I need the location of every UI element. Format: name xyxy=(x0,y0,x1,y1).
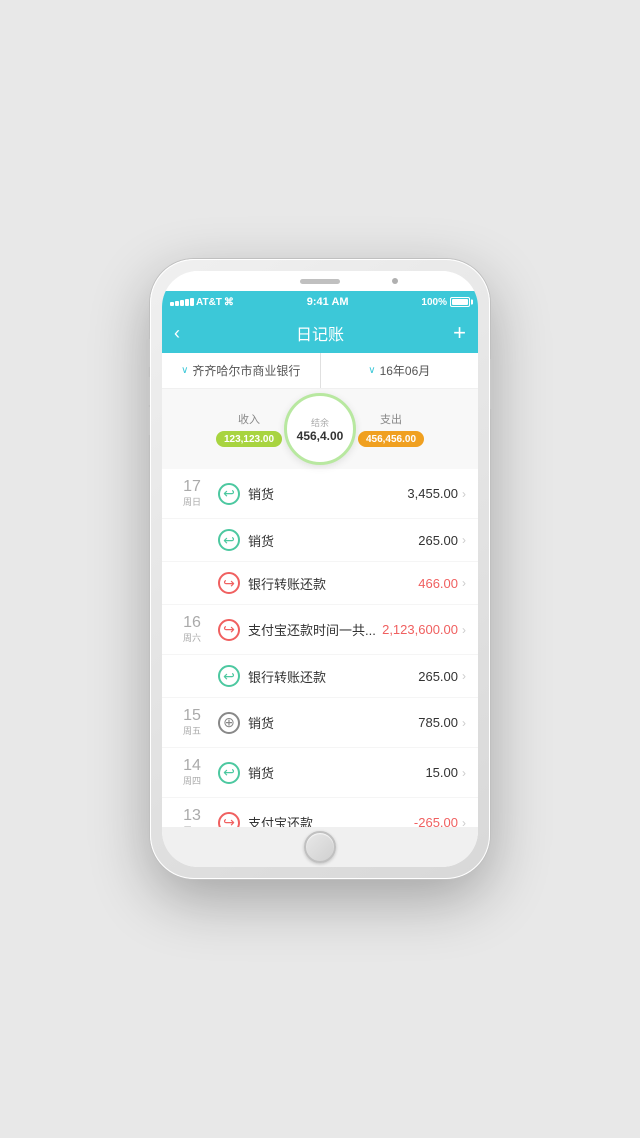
phone-frame: AT&T ⌘ 9:41 AM 100% ‹ 日记账 + ∨ 齐 xyxy=(150,259,490,879)
chevron-right-icon: › xyxy=(462,716,466,730)
transaction-icon: ↩ xyxy=(218,483,240,505)
transaction-row[interactable]: 16 周六 ↪ 支付宝还款时间一共... 2,123,600.00 › xyxy=(162,605,478,655)
battery-icon xyxy=(450,297,470,307)
transaction-name: 销货 xyxy=(248,531,418,550)
transaction-name: 银行转账还款 xyxy=(248,574,418,593)
bank-filter-label: 齐齐哈尔市商业银行 xyxy=(192,362,300,379)
phone-screen: AT&T ⌘ 9:41 AM 100% ‹ 日记账 + ∨ 齐 xyxy=(162,271,478,867)
status-time: 9:41 AM xyxy=(307,296,349,308)
filter-bar: ∨ 齐齐哈尔市商业银行 ∨ 16年06月 xyxy=(162,353,478,389)
nav-bar: ‹ 日记账 + xyxy=(162,313,478,353)
transaction-amount: 466.00 xyxy=(418,576,458,591)
chevron-right-icon: › xyxy=(462,669,466,683)
chevron-right-icon: › xyxy=(462,533,466,547)
home-button[interactable] xyxy=(304,831,336,863)
expense-bar: 456,456.00 xyxy=(358,431,424,447)
bank-filter[interactable]: ∨ 齐齐哈尔市商业银行 xyxy=(162,353,321,388)
status-left: AT&T ⌘ xyxy=(170,297,234,308)
period-filter[interactable]: ∨ 16年06月 xyxy=(321,353,479,388)
transaction-amount: 265.00 xyxy=(418,669,458,684)
status-bar: AT&T ⌘ 9:41 AM 100% xyxy=(162,291,478,313)
day-label: 14 周四 xyxy=(174,758,210,787)
transaction-amount: 2,123,600.00 xyxy=(382,622,458,637)
transaction-row[interactable]: ↩ 银行转账还款 265.00 › xyxy=(162,655,478,698)
income-bar: 123,123.00 xyxy=(216,431,282,447)
transaction-row[interactable]: 13 周三 ↪ 支付宝还款 -265.00 › xyxy=(162,798,478,827)
carrier-label: AT&T xyxy=(196,297,222,308)
transaction-row[interactable]: ↪ 银行转账还款 466.00 › xyxy=(162,562,478,605)
day-label: 15 周五 xyxy=(174,708,210,737)
camera xyxy=(392,278,398,284)
day-label: 13 周三 xyxy=(174,808,210,827)
day-label: 16 周六 xyxy=(174,615,210,644)
transaction-icon: ↩ xyxy=(218,529,240,551)
balance-circle: 结余 456,4.00 xyxy=(284,393,356,465)
transaction-amount: -265.00 xyxy=(414,815,458,827)
battery-percent: 100% xyxy=(421,297,447,308)
transaction-icon: ↪ xyxy=(218,572,240,594)
transaction-icon: ⊕ xyxy=(218,712,240,734)
transaction-row[interactable]: 17 周日 ↩ 销货 3,455.00 › xyxy=(162,469,478,519)
chevron-down-icon-2: ∨ xyxy=(368,365,375,376)
balance-value: 456,4.00 xyxy=(297,429,344,443)
transaction-row[interactable]: 15 周五 ⊕ 销货 785.00 › xyxy=(162,698,478,748)
status-right: 100% xyxy=(421,297,470,308)
phone-top-bar xyxy=(162,271,478,291)
transaction-icon: ↪ xyxy=(218,812,240,828)
home-button-wrap xyxy=(162,827,478,867)
summary-section: 收入 123,123.00 结余 456,4.00 支出 456,456.00 xyxy=(162,389,478,469)
expense-value: 456,456.00 xyxy=(366,434,416,445)
add-button[interactable]: + xyxy=(442,320,466,346)
transaction-amount: 265.00 xyxy=(418,533,458,548)
transaction-list: 17 周日 ↩ 销货 3,455.00 › ↩ 销货 265.00 › ↪ 银行… xyxy=(162,469,478,827)
chevron-right-icon: › xyxy=(462,816,466,828)
speaker xyxy=(300,279,340,284)
wifi-icon: ⌘ xyxy=(224,297,234,308)
transaction-row[interactable]: 14 周四 ↩ 销货 15.00 › xyxy=(162,748,478,798)
transaction-name: 支付宝还款 xyxy=(248,813,414,827)
day-label: 17 周日 xyxy=(174,479,210,508)
signal-icon xyxy=(170,298,194,306)
transaction-name: 银行转账还款 xyxy=(248,667,418,686)
transaction-name: 销货 xyxy=(248,484,407,503)
transaction-icon: ↪ xyxy=(218,619,240,641)
chevron-right-icon: › xyxy=(462,487,466,501)
back-button[interactable]: ‹ xyxy=(174,323,198,344)
chevron-down-icon: ∨ xyxy=(181,365,188,376)
period-filter-label: 16年06月 xyxy=(380,362,431,379)
expense-label: 支出 xyxy=(380,411,402,427)
chevron-right-icon: › xyxy=(462,623,466,637)
income-label: 收入 xyxy=(238,411,260,427)
page-title: 日记账 xyxy=(296,321,344,345)
transaction-icon: ↩ xyxy=(218,665,240,687)
chevron-right-icon: › xyxy=(462,766,466,780)
transaction-amount: 15.00 xyxy=(425,765,458,780)
income-value: 123,123.00 xyxy=(224,434,274,445)
transaction-name: 销货 xyxy=(248,763,425,782)
transaction-amount: 785.00 xyxy=(418,715,458,730)
transaction-name: 销货 xyxy=(248,713,418,732)
transaction-amount: 3,455.00 xyxy=(407,486,458,501)
transaction-row[interactable]: ↩ 销货 265.00 › xyxy=(162,519,478,562)
chevron-right-icon: › xyxy=(462,576,466,590)
transaction-icon: ↩ xyxy=(218,762,240,784)
balance-label: 结余 xyxy=(311,416,329,429)
transaction-name: 支付宝还款时间一共... xyxy=(248,620,382,639)
